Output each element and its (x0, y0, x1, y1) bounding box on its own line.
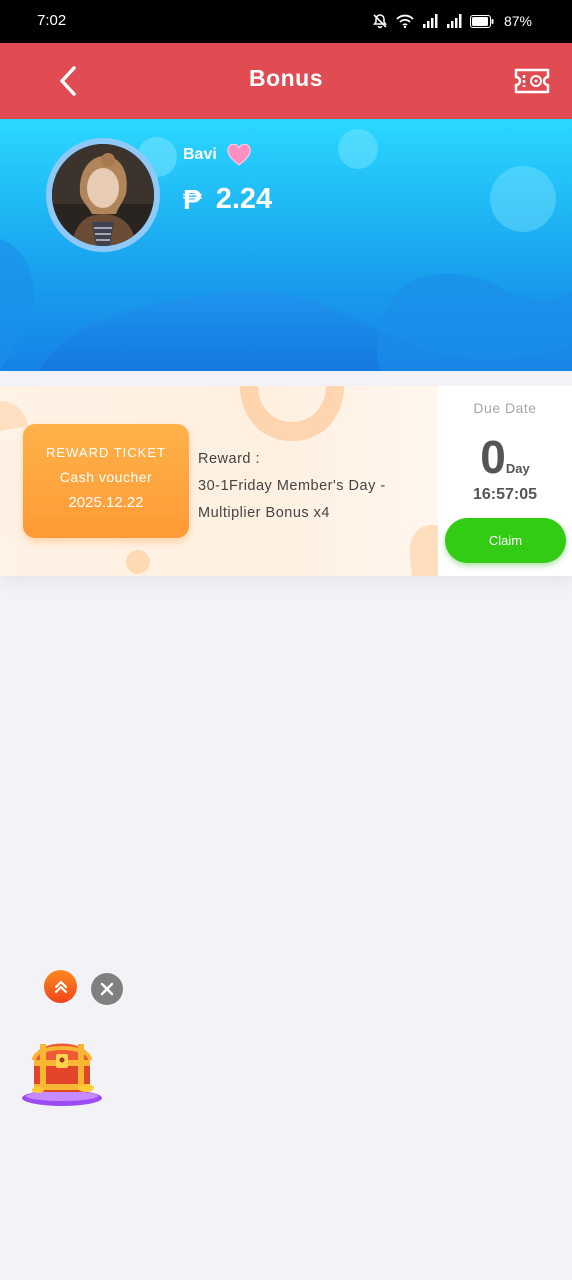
battery-percent: 87% (503, 13, 532, 29)
treasure-chest-icon (22, 1043, 102, 1106)
profile-photo (52, 144, 154, 246)
signal-icon-2 (446, 14, 462, 28)
due-date-panel: Due Date 0 Day 16:57:05 Claim (438, 386, 572, 576)
reward-label: Reward : (198, 451, 261, 467)
status-bar: 7:02 87% (0, 0, 572, 43)
username-row: Bavi (183, 144, 251, 166)
heart-icon (227, 144, 251, 166)
status-time: 7:02 (37, 12, 67, 29)
close-icon (100, 982, 114, 996)
muted-bell-icon (372, 14, 387, 29)
reward-text: Reward : 30-1Friday Member's Day - Multi… (198, 446, 426, 527)
reward-description: 30-1Friday Member's Day - Multiplier Bon… (198, 478, 386, 521)
ticket-type: Cash voucher (59, 469, 153, 485)
wifi-icon (396, 14, 414, 29)
reward-ticket: REWARD TICKET Cash voucher 2025.12.22 (23, 424, 189, 538)
double-chevron-up-icon (54, 980, 67, 993)
due-time: 16:57:05 (472, 486, 538, 503)
currency-symbol: ₱ (183, 183, 202, 215)
ticket-title: REWARD TICKET (46, 445, 166, 460)
avatar-ring[interactable] (46, 138, 160, 252)
close-float-button[interactable] (91, 973, 123, 1005)
avatar (52, 144, 154, 246)
claim-button[interactable]: Claim (445, 518, 566, 563)
app-header: Bonus (0, 43, 572, 119)
signal-icon (422, 14, 438, 28)
treasure-chest-button[interactable] (20, 1024, 104, 1108)
due-date-label: Due Date (473, 400, 537, 416)
due-day-unit: Day (505, 461, 530, 476)
battery-icon (469, 14, 494, 28)
ticket-button[interactable] (514, 67, 550, 95)
ticket-icon (514, 68, 550, 94)
reward-info: REWARD TICKET Cash voucher 2025.12.22 Re… (0, 386, 438, 576)
balance-row: ₱ 2.24 (183, 183, 272, 216)
reward-card: REWARD TICKET Cash voucher 2025.12.22 Re… (0, 386, 572, 576)
username: Bavi (183, 146, 217, 163)
balance-amount: 2.24 (215, 183, 273, 215)
page-title: Bonus (248, 65, 324, 91)
status-icons: 87% (372, 10, 532, 32)
profile-banner: Bavi ₱ 2.24 (0, 119, 572, 371)
due-days: 0 (480, 431, 506, 483)
scroll-top-button[interactable] (44, 970, 77, 1003)
ticket-date: 2025.12.22 (68, 494, 144, 511)
due-days-row: 0 Day (438, 430, 572, 484)
